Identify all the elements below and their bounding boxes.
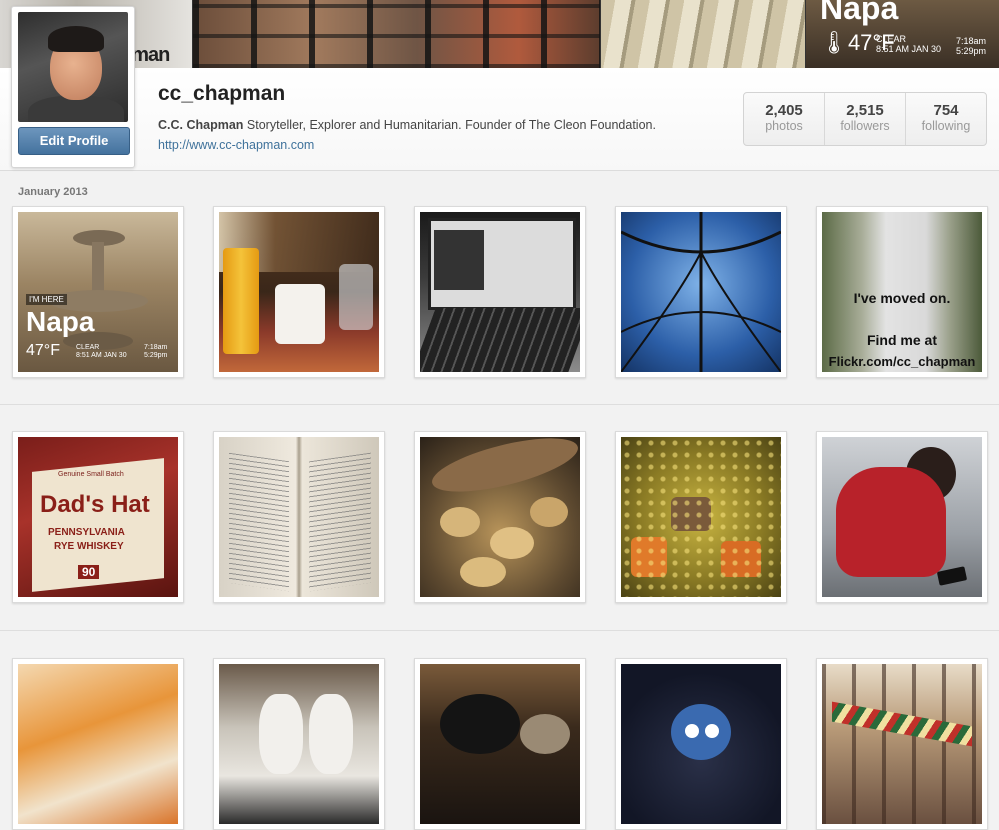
banner-tile-2	[193, 0, 600, 68]
photo-image	[219, 212, 379, 372]
banner-napa-title: Napa	[820, 0, 899, 26]
photo-image: I'M HERE Napa 47°F CLEAR 8:51 AM JAN 30 7…	[18, 212, 178, 372]
photo-overlay-sun: 7:18am 5:29pm	[144, 344, 167, 360]
profile-website-link[interactable]: http://www.cc-chapman.com	[158, 138, 314, 152]
banner-tile-4: Napa 🌡47°F CLEAR 8:51 AM JAN 30 7:18am 5:2…	[806, 0, 999, 68]
photo-image	[18, 664, 178, 824]
photo-tile[interactable]	[615, 431, 787, 603]
stat-photos-label: photos	[765, 119, 803, 133]
photo-image	[621, 212, 781, 372]
photo-image	[420, 664, 580, 824]
photo-overlay-sub: PENNSYLVANIA	[48, 527, 125, 538]
photo-tile[interactable]: Genuine Small Batch Dad's Hat PENNSYLVAN…	[12, 431, 184, 603]
cover-banner: pman Napa 🌡47°F CLEAR 8:51 AM JAN 30 7:18…	[0, 0, 999, 68]
thermometer-icon: 🌡	[820, 30, 848, 55]
photo-tile[interactable]: I've moved on. Find me at Flickr.com/cc_…	[816, 206, 988, 378]
photo-tile[interactable]	[213, 658, 385, 830]
dome-lines	[621, 212, 781, 372]
stat-followers[interactable]: 2,515 followers	[825, 93, 906, 145]
photo-tile[interactable]	[213, 206, 385, 378]
avatar-hair	[48, 26, 104, 52]
photo-overlay-brand: Dad's Hat	[40, 491, 150, 518]
photo-overlay-line2: Find me at	[866, 332, 937, 348]
photo-tile[interactable]	[615, 658, 787, 830]
photo-overlay-small: Genuine Small Batch	[58, 471, 124, 478]
banner-tile-3	[601, 0, 805, 68]
photo-image	[822, 437, 982, 597]
photo-tile[interactable]	[615, 206, 787, 378]
stat-photos[interactable]: 2,405 photos	[744, 93, 825, 145]
profile-stats: 2,405 photos 2,515 followers 754 followi…	[743, 92, 987, 146]
stat-following[interactable]: 754 following	[906, 93, 986, 145]
photo-overlay-imhere: I'M HERE	[26, 294, 67, 305]
photo-tile[interactable]	[414, 206, 586, 378]
photo-tile[interactable]	[12, 658, 184, 830]
photo-image	[219, 664, 379, 824]
photo-overlay-condition: CLEAR 8:51 AM JAN 30	[76, 344, 127, 360]
stat-followers-label: followers	[840, 119, 890, 133]
photo-image	[621, 664, 781, 824]
photo-image: I've moved on. Find me at Flickr.com/cc_…	[822, 212, 982, 372]
photo-tile[interactable]	[816, 658, 988, 830]
profile-header: Edit Profile cc_chapman C.C. Chapman Sto…	[0, 6, 999, 171]
photo-image	[420, 437, 580, 597]
banner-sunrise: 7:18am	[956, 36, 987, 46]
photo-image	[621, 437, 781, 597]
photo-overlay-line1: I've moved on.	[853, 290, 951, 306]
stat-photos-count: 2,405	[765, 102, 803, 119]
photo-overlay-title: Napa	[26, 306, 95, 337]
photo-overlay-sunset: 5:29pm	[144, 352, 168, 359]
profile-username: cc_chapman	[158, 82, 286, 105]
photo-overlay-temp: 47°F	[26, 342, 60, 359]
photo-overlay-sub2: RYE WHISKEY	[54, 541, 124, 552]
profile-bio: C.C. Chapman Storyteller, Explorer and H…	[158, 118, 656, 132]
banner-condition-text: CLEAR	[876, 34, 907, 44]
stat-following-count: 754	[933, 102, 959, 119]
photo-image	[219, 437, 379, 597]
profile-display-name: C.C. Chapman	[158, 118, 244, 132]
photo-image	[822, 664, 982, 824]
photo-overlay-proof: 90	[78, 565, 100, 579]
banner-condition: CLEAR 8:51 AM JAN 30	[876, 34, 941, 54]
month-label: January 2013	[18, 186, 88, 198]
avatar-frame: Edit Profile	[11, 6, 135, 168]
banner-sun-times: 7:18am 5:29pm	[956, 36, 986, 56]
profile-bio-text: Storyteller, Explorer and Humanitarian. …	[246, 118, 656, 132]
photo-tile[interactable]	[414, 431, 586, 603]
banner-datetime: 8:51 AM JAN 30	[876, 44, 942, 54]
edit-profile-button[interactable]: Edit Profile	[18, 127, 130, 155]
photo-image	[420, 212, 580, 372]
photo-tile[interactable]	[414, 658, 586, 830]
photo-tile[interactable]	[816, 431, 988, 603]
photo-overlay-sunrise: 7:18am	[144, 344, 168, 351]
stat-following-label: following	[921, 119, 971, 133]
photo-tile[interactable]: I'M HERE Napa 47°F CLEAR 8:51 AM JAN 30 7…	[12, 206, 184, 378]
row-divider	[0, 630, 999, 631]
photo-overlay-line3: Flickr.com/cc_chapman	[828, 354, 976, 369]
photo-overlay-datetime: 8:51 AM JAN 30	[76, 352, 127, 359]
avatar[interactable]	[18, 12, 128, 122]
photo-tile[interactable]	[213, 431, 385, 603]
banner-sunset: 5:29pm	[956, 46, 987, 56]
photo-image: Genuine Small Batch Dad's Hat PENNSYLVAN…	[18, 437, 178, 597]
photo-overlay-condition-text: CLEAR	[76, 344, 100, 351]
row-divider	[0, 404, 999, 405]
stat-followers-count: 2,515	[846, 102, 884, 119]
